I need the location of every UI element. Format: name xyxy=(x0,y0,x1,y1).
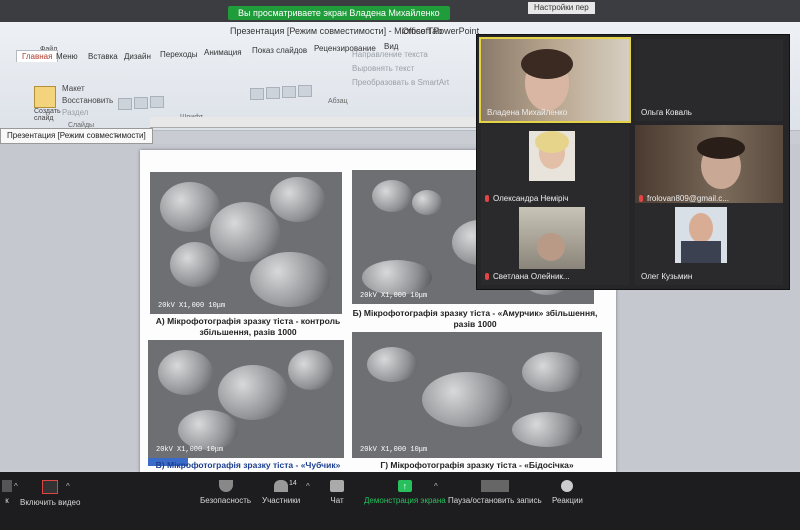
muted-mic-icon xyxy=(485,195,489,202)
caption-b: Б) Мікрофотографія зразку тіста - «Амурч… xyxy=(352,308,598,329)
participant-name-3: frolovan809@gmail.c... xyxy=(647,194,729,203)
meeting-controls-bar: к ^ Включить видео ^ Безопасность Участн… xyxy=(0,472,800,530)
chat-label: Чат xyxy=(330,496,344,505)
video-tile-oleksandra[interactable]: Олександра Неміріч xyxy=(481,125,629,207)
participant-name-4: Светлана Олейник... xyxy=(493,272,570,281)
reset-button[interactable]: Восстановить xyxy=(62,96,113,105)
video-tile-svetlana[interactable]: Светлана Олейник... xyxy=(481,203,629,285)
tab-design[interactable]: Дизайн xyxy=(124,52,151,61)
participant-face xyxy=(689,213,713,243)
share-screen-icon: ↑ xyxy=(397,480,412,492)
paragraph-group-label: Абзац xyxy=(328,98,348,105)
muted-mic-icon xyxy=(639,195,643,202)
video-control[interactable]: Включить видео xyxy=(20,480,80,507)
caption-c: В) Мікрофотографія зразку тіста - «Чубчи… xyxy=(155,460,341,470)
participant-hair xyxy=(697,137,745,159)
close-tab-icon[interactable]: × xyxy=(114,131,119,141)
participant-name-5: Олег Кузьмин xyxy=(641,272,693,281)
chevron-up-icon[interactable]: ^ xyxy=(66,482,70,491)
justify-icon[interactable] xyxy=(298,85,312,97)
caption-a: А) Мікрофотографія зразку тіста - контро… xyxy=(155,316,341,337)
participants-video-panel: Владена Михайленко Ольга Коваль Олександ… xyxy=(476,34,790,290)
chevron-up-icon[interactable]: ^ xyxy=(306,482,310,491)
projected-screen: Презентация [Режим совместимости] - Micr… xyxy=(0,0,800,530)
chevron-up-icon[interactable]: ^ xyxy=(14,482,18,491)
pause-record-label: Пауза/остановить запись xyxy=(448,496,542,505)
pause-record-button[interactable]: Пауза/остановить запись xyxy=(448,480,542,505)
participants-label: Участники xyxy=(262,496,301,505)
tab-home[interactable]: Главная xyxy=(16,50,59,62)
settings-button[interactable]: Настройки пер xyxy=(528,2,595,14)
video-tile-oleg[interactable]: Олег Кузьмин xyxy=(635,203,783,285)
office-tab-label[interactable]: Office Tab xyxy=(402,26,442,36)
new-slide-button[interactable]: Создать слайд xyxy=(34,108,64,122)
chevron-up-icon[interactable]: ^ xyxy=(434,482,438,491)
audio-label: к xyxy=(5,496,9,505)
bold-icon[interactable] xyxy=(118,98,132,110)
align-right-icon[interactable] xyxy=(282,86,296,98)
video-tile-frolovan[interactable]: frolovan809@gmail.c... xyxy=(635,125,783,207)
video-tile-olga[interactable]: Ольга Коваль xyxy=(635,39,783,121)
micrograph-c: 20kV X1,000 10μm xyxy=(148,340,344,458)
pause-stop-icon xyxy=(480,480,509,492)
participants-icon xyxy=(274,480,289,492)
reactions-icon xyxy=(561,480,574,492)
section-button[interactable]: Раздел xyxy=(62,108,88,117)
shield-icon xyxy=(218,480,233,492)
micrograph-a: 20kV X1,000 10μm xyxy=(150,172,342,314)
video-label: Включить видео xyxy=(20,498,81,507)
tab-animation[interactable]: Анимация xyxy=(204,48,242,57)
text-direction-button[interactable]: Направление текста xyxy=(352,50,428,59)
microphone-icon xyxy=(2,480,12,492)
smartart-button[interactable]: Преобразовать в SmartArt xyxy=(352,78,449,87)
new-slide-icon[interactable] xyxy=(34,86,56,108)
video-tile-vladena[interactable]: Владена Михайленко xyxy=(479,37,631,123)
share-screen-label: Демонстрация экрана xyxy=(364,496,446,505)
participant-hair xyxy=(535,131,569,153)
muted-mic-icon xyxy=(485,273,489,280)
align-left-icon[interactable] xyxy=(250,88,264,100)
scale-label-b: 20kV X1,000 10μm xyxy=(360,292,428,300)
align-center-icon[interactable] xyxy=(266,87,280,99)
chat-button[interactable]: Чат xyxy=(330,480,344,505)
reactions-button[interactable]: Реакции xyxy=(552,480,583,505)
scale-label-c: 20kV X1,000 10μm xyxy=(156,446,224,454)
scale-label-a: 20kV X1,000 10μm xyxy=(158,302,226,310)
chat-icon xyxy=(330,480,344,492)
participant-name-2: Олександра Неміріч xyxy=(493,194,569,203)
participant-hair xyxy=(521,49,573,79)
tab-slideshow[interactable]: Показ слайдов xyxy=(252,46,307,55)
tab-transitions[interactable]: Переходы xyxy=(160,50,198,59)
reactions-label: Реакции xyxy=(552,496,583,505)
caption-d: Г) Мікрофотографія зразку тіста - «Бідос… xyxy=(380,460,574,470)
tab-menu[interactable]: Меню xyxy=(56,52,78,61)
document-tab[interactable]: Презентация [Режим совместимости] xyxy=(0,128,153,144)
underline-icon[interactable] xyxy=(150,96,164,108)
video-off-icon xyxy=(42,480,59,494)
security-label: Безопасность xyxy=(200,496,252,505)
layout-button[interactable]: Макет xyxy=(62,84,85,93)
participants-count: 14 xyxy=(289,480,297,487)
participant-name-1: Ольга Коваль xyxy=(641,108,692,117)
micrograph-d: 20kV X1,000 10μm xyxy=(352,332,602,458)
align-text-button[interactable]: Выровнять текст xyxy=(352,64,414,73)
security-button[interactable]: Безопасность xyxy=(200,480,251,505)
participant-suit xyxy=(681,241,721,263)
audio-control[interactable]: к xyxy=(2,480,12,505)
viewing-screen-banner[interactable]: Вы просматриваете экран Владена Михайлен… xyxy=(228,6,450,20)
tab-insert[interactable]: Вставка xyxy=(88,52,118,61)
scale-label-d: 20kV X1,000 10μm xyxy=(360,446,428,454)
participant-face xyxy=(537,233,565,261)
italic-icon[interactable] xyxy=(134,97,148,109)
participant-name-0: Владена Михайленко xyxy=(487,108,568,117)
